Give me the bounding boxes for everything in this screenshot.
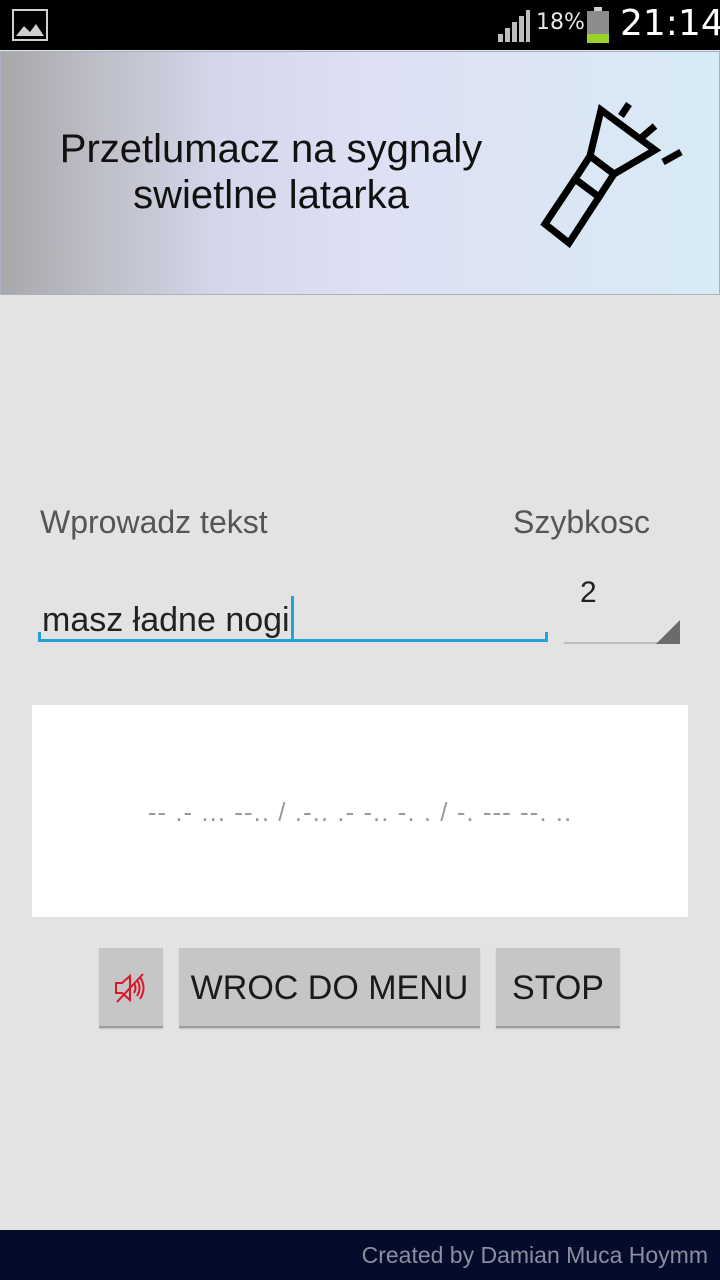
text-cursor	[290, 596, 294, 640]
footer: Created by Damian Muca Hoymm	[0, 1230, 720, 1280]
gallery-notification-icon	[12, 9, 48, 41]
battery-icon	[587, 7, 609, 43]
signal-icon	[498, 10, 530, 42]
text-input-label: Wprowadz tekst	[40, 504, 268, 540]
text-input-value-wrap: masz ładne nogi	[42, 596, 294, 640]
stop-button[interactable]: STOP	[496, 948, 620, 1028]
status-bar: 18% 21:14	[0, 0, 720, 50]
speed-spinner[interactable]: 2	[564, 570, 680, 646]
app-title-line2: swietlne latarka	[133, 173, 409, 217]
clock: 21:14	[620, 3, 720, 44]
header-banner: Przetlumacz na sygnaly swietlne latarka	[0, 51, 720, 295]
sound-off-icon	[115, 973, 145, 1003]
text-input[interactable]: masz ładne nogi	[38, 584, 548, 642]
text-input-value: masz ładne nogi	[42, 601, 290, 639]
mute-button[interactable]	[99, 948, 163, 1028]
morse-output-box: -- .- ... --.. / .-.. .- -.. -. . / -. -…	[32, 705, 688, 917]
footer-credit: Created by Damian Muca Hoymm	[361, 1242, 708, 1268]
back-to-menu-button[interactable]: WROC DO MENU	[179, 948, 480, 1028]
speed-spinner-value: 2	[580, 576, 597, 609]
speed-label: Szybkosc	[513, 504, 650, 540]
flashlight-icon	[540, 102, 683, 249]
battery-percent: 18%	[536, 10, 585, 35]
app-title: Przetlumacz na sygnaly swietlne latarka	[21, 126, 521, 218]
app-title-line1: Przetlumacz na sygnaly	[59, 127, 483, 171]
morse-output-text: -- .- ... --.. / .-.. .- -.. -. . / -. -…	[147, 797, 573, 827]
spinner-dropdown-icon	[656, 620, 680, 644]
